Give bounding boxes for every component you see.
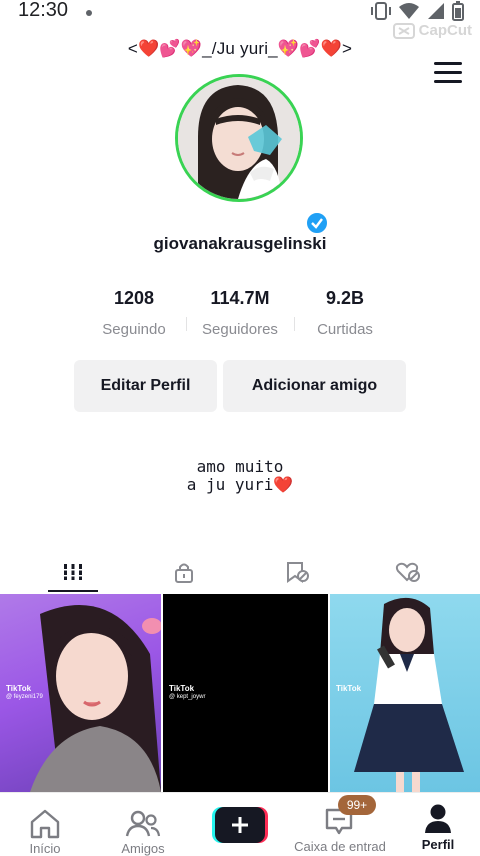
video-thumbnail[interactable]: TikTok @ feyzeni179 bbox=[0, 594, 161, 792]
stat-following-value: 1208 bbox=[113, 288, 155, 308]
stat-followers-label: Seguidores bbox=[202, 321, 278, 338]
edit-profile-button[interactable]: Editar Perfil bbox=[74, 360, 217, 412]
nav-friends[interactable]: Amigos bbox=[110, 793, 176, 856]
tab-liked[interactable] bbox=[348, 550, 468, 594]
capcut-logo-icon bbox=[392, 22, 415, 39]
checkmark-icon bbox=[311, 218, 323, 229]
bio-line: amo muito bbox=[196, 457, 284, 476]
inbox-badge: 99+ bbox=[338, 795, 376, 815]
tab-videos[interactable] bbox=[13, 550, 133, 594]
stat-likes-value: 9.2B bbox=[325, 288, 365, 308]
stat-likes-label: Curtidas bbox=[317, 321, 373, 338]
menu-line-icon bbox=[434, 62, 462, 65]
capcut-watermark-text: CapCut bbox=[418, 22, 472, 39]
username: giovanakrausgelinski bbox=[153, 234, 327, 253]
stat-likes[interactable]: 9.2B Curtidas bbox=[290, 288, 400, 338]
nav-profile-label: Perfil bbox=[421, 837, 455, 852]
menu-line-icon bbox=[434, 80, 462, 83]
profile-icon bbox=[425, 804, 451, 833]
tiktok-watermark-label: TikTok bbox=[169, 684, 195, 693]
nav-inbox-label: Caixa de entrad bbox=[294, 839, 386, 854]
stat-followers[interactable]: 114.7M Seguidores bbox=[185, 288, 295, 338]
signal-icon bbox=[428, 3, 444, 19]
battery-icon bbox=[452, 1, 464, 21]
create-post-button[interactable] bbox=[212, 807, 268, 843]
lock-icon bbox=[175, 563, 193, 583]
vibrate-icon bbox=[371, 2, 391, 20]
plus-icon bbox=[212, 807, 268, 843]
bookmark-hidden-icon bbox=[287, 562, 309, 583]
friends-icon bbox=[125, 810, 161, 837]
tab-private[interactable] bbox=[124, 550, 244, 594]
video-thumbnail[interactable]: TikTok bbox=[330, 594, 480, 792]
tiktok-watermark: TikTok @ kept_joywr bbox=[169, 684, 205, 702]
home-icon bbox=[30, 809, 60, 839]
tiktok-watermark-handle: @ kept_joywr bbox=[169, 694, 206, 700]
heart-hidden-icon bbox=[395, 562, 420, 582]
nav-profile[interactable]: Perfil bbox=[410, 793, 466, 855]
tiktok-watermark: TikTok bbox=[336, 684, 361, 693]
avatar[interactable] bbox=[175, 74, 303, 202]
wifi-icon bbox=[399, 3, 419, 19]
tiktok-watermark-label: TikTok bbox=[6, 684, 32, 693]
bio-line: a ju yuri❤️ bbox=[186, 475, 294, 494]
tiktok-watermark-handle: @ feyzeni179 bbox=[6, 694, 43, 700]
add-friend-button[interactable]: Adicionar amigo bbox=[223, 360, 406, 412]
profile-bio: amo muito a ju yuri❤️ bbox=[0, 458, 480, 494]
active-tab-indicator bbox=[48, 590, 98, 592]
stat-followers-value: 114.7M bbox=[210, 288, 270, 308]
menu-line-icon bbox=[434, 71, 462, 74]
avatar-photo bbox=[178, 77, 300, 199]
status-time: 12:30 bbox=[18, 0, 69, 21]
tiktok-watermark: TikTok @ feyzeni179 bbox=[6, 684, 43, 702]
video-grid: TikTok @ feyzeni179 TikTok @ kept_joywr … bbox=[0, 594, 480, 792]
capcut-watermark: CapCut bbox=[392, 22, 472, 39]
profile-display-name: <❤️💕💖_/Ju yuri_💖💕❤️> bbox=[127, 39, 353, 58]
verified-badge-icon bbox=[305, 211, 329, 235]
stat-following[interactable]: 1208 Seguindo bbox=[79, 288, 189, 338]
menu-button[interactable] bbox=[434, 62, 462, 84]
notification-dot-icon bbox=[86, 10, 92, 16]
bottom-nav: Início Amigos Caixa de entrad Perfil bbox=[0, 792, 480, 856]
stat-following-label: Seguindo bbox=[102, 321, 166, 338]
status-icons bbox=[370, 1, 464, 21]
profile-tabs bbox=[0, 550, 480, 594]
grid-icon bbox=[64, 564, 82, 580]
tab-reposts[interactable] bbox=[237, 550, 357, 594]
video-thumbnail-image bbox=[354, 597, 464, 792]
tiktok-watermark-label: TikTok bbox=[336, 684, 362, 693]
nav-home[interactable]: Início bbox=[14, 793, 76, 856]
video-thumbnail[interactable]: TikTok @ kept_joywr bbox=[163, 594, 328, 792]
